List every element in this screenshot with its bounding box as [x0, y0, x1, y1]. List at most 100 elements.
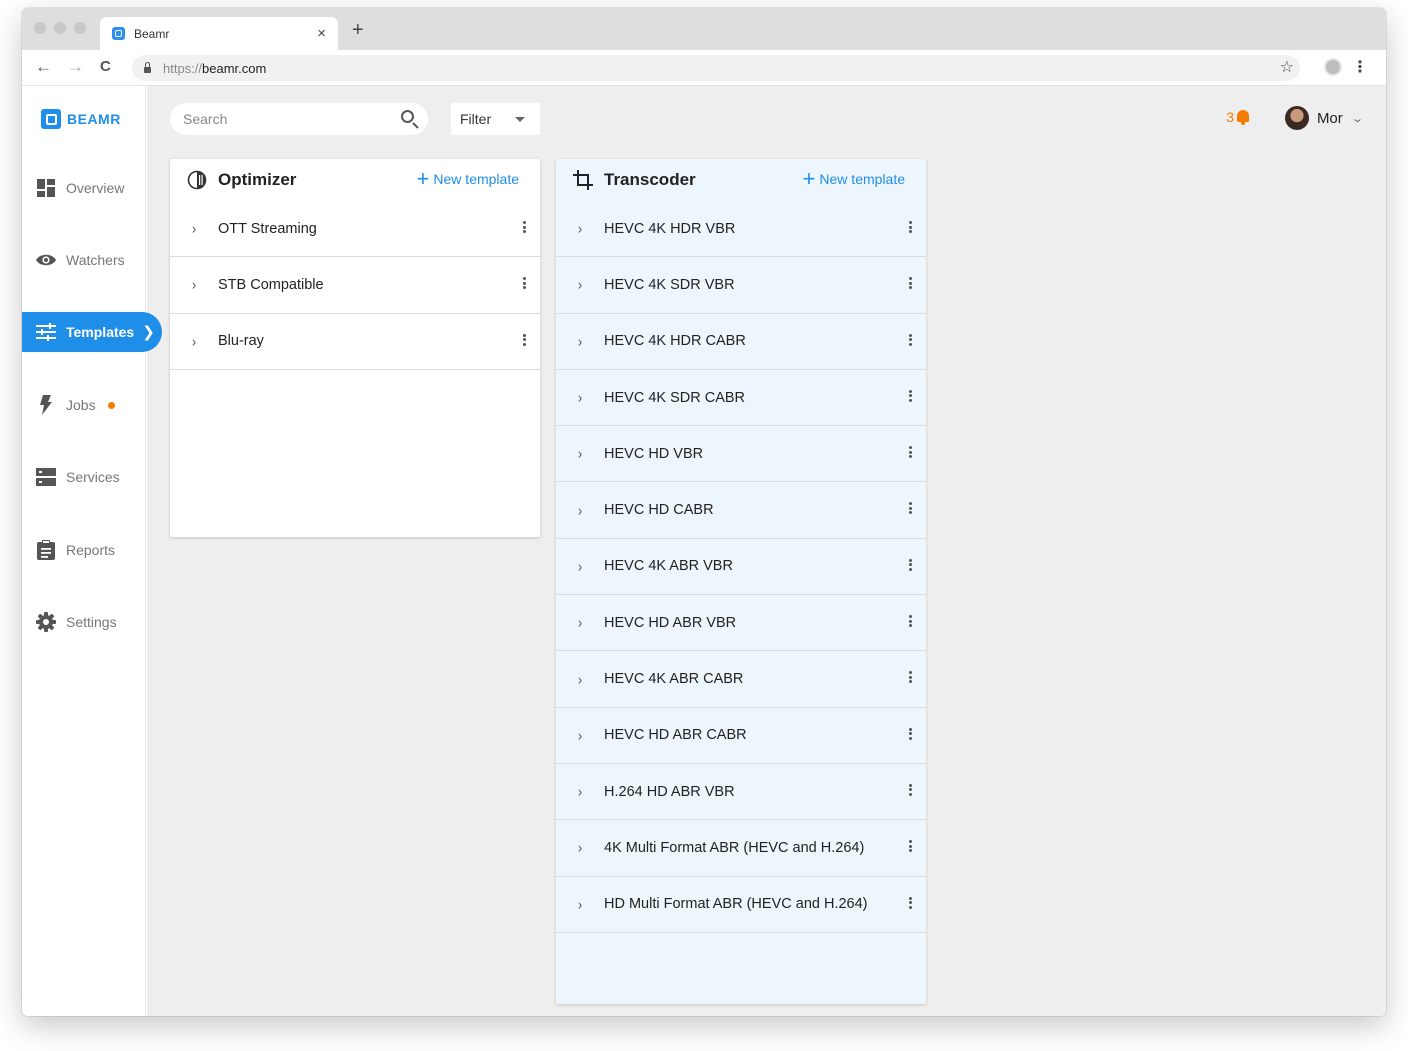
chevron-right-icon[interactable]: ›	[556, 614, 604, 631]
gear-icon	[35, 612, 57, 632]
chevron-right-icon[interactable]: ›	[556, 671, 604, 688]
template-row[interactable]: › HEVC HD ABR CABR	[556, 708, 926, 764]
chevron-right-icon[interactable]: ›	[556, 277, 604, 294]
template-row[interactable]: › HEVC 4K ABR CABR	[556, 651, 926, 708]
filter-label: Filter	[460, 111, 492, 127]
new-template-button[interactable]: + New template	[417, 168, 519, 190]
filter-dropdown[interactable]: Filter	[451, 103, 540, 135]
beamr-logo[interactable]: BEAMR	[41, 109, 121, 129]
template-row[interactable]: › HEVC HD VBR	[556, 426, 926, 483]
chevron-right-icon[interactable]: ›	[556, 896, 604, 913]
template-row[interactable]: › HEVC 4K HDR CABR	[556, 314, 926, 370]
new-template-button[interactable]: + New template	[803, 168, 905, 190]
more-options-icon[interactable]	[909, 840, 912, 853]
half-circle-icon	[187, 170, 207, 190]
template-row[interactable]: › STB Compatible	[170, 257, 540, 314]
lightning-icon	[35, 395, 57, 415]
template-name: HD Multi Format ABR (HEVC and H.264)	[604, 896, 868, 913]
chevron-right-icon[interactable]: ›	[556, 727, 604, 744]
more-options-icon[interactable]	[909, 615, 912, 628]
template-row[interactable]: › HEVC 4K SDR VBR	[556, 257, 926, 314]
chevron-right-icon[interactable]: ›	[556, 558, 604, 575]
new-tab-button[interactable]: +	[352, 20, 364, 40]
sidebar-item-jobs[interactable]: Jobs	[22, 385, 146, 425]
browser-menu-icon[interactable]: ⋮	[1352, 57, 1368, 77]
more-options-icon[interactable]	[909, 389, 912, 402]
template-row[interactable]: › HEVC HD CABR	[556, 482, 926, 539]
tab-title: Beamr	[134, 26, 170, 41]
tab-close-icon[interactable]: ×	[317, 25, 326, 42]
template-row[interactable]: › HEVC 4K HDR VBR	[556, 201, 926, 258]
template-row[interactable]: › H.264 HD ABR VBR	[556, 764, 926, 821]
profile-avatar[interactable]	[1324, 58, 1342, 76]
chevron-right-icon[interactable]: ›	[556, 783, 604, 800]
minimize-window-button[interactable]	[54, 22, 66, 34]
sidebar-item-templates[interactable]: Templates ❯	[22, 312, 162, 352]
more-options-icon[interactable]	[909, 333, 912, 346]
template-name: HEVC HD ABR VBR	[604, 614, 737, 631]
user-menu[interactable]: Mor ⌄	[1284, 106, 1364, 130]
chevron-right-icon[interactable]: ›	[556, 502, 604, 519]
chevron-right-icon[interactable]: ›	[556, 333, 604, 350]
more-options-icon[interactable]	[909, 221, 912, 233]
template-name: HEVC 4K HDR CABR	[604, 333, 746, 350]
crop-icon	[573, 170, 593, 190]
sidebar-item-reports[interactable]: Reports	[22, 530, 146, 570]
template-row[interactable]: › HEVC HD ABR VBR	[556, 595, 926, 652]
more-options-icon[interactable]	[909, 671, 912, 684]
template-row[interactable]: › Blu-ray	[170, 314, 540, 370]
chevron-right-icon[interactable]: ›	[556, 389, 604, 406]
more-options-icon[interactable]	[523, 277, 526, 290]
search-input[interactable]	[183, 111, 383, 127]
sidebar-item-overview[interactable]: Overview	[22, 168, 146, 208]
forward-button[interactable]: →	[67, 58, 84, 76]
sidebar-item-label: Reports	[66, 542, 116, 558]
chevron-right-icon[interactable]: ›	[556, 840, 604, 857]
template-row[interactable]: › HEVC 4K ABR VBR	[556, 539, 926, 596]
template-name: HEVC 4K SDR CABR	[604, 389, 746, 406]
caret-down-icon	[515, 117, 525, 122]
new-template-label: New template	[433, 171, 519, 187]
template-name: 4K Multi Format ABR (HEVC and H.264)	[604, 839, 865, 856]
logo-text: BEAMR	[67, 111, 121, 127]
sidebar-item-watchers[interactable]: Watchers	[22, 240, 146, 280]
template-row[interactable]: › HEVC 4K SDR CABR	[556, 370, 926, 427]
more-options-icon[interactable]	[909, 502, 912, 515]
chevron-right-icon[interactable]: ›	[556, 220, 604, 237]
chevron-right-icon[interactable]: ›	[170, 220, 218, 237]
template-row[interactable]: › HD Multi Format ABR (HEVC and H.264)	[556, 877, 926, 933]
more-options-icon[interactable]	[523, 221, 526, 233]
more-options-icon[interactable]	[909, 783, 912, 796]
more-options-icon[interactable]	[523, 333, 526, 346]
bookmark-star-icon[interactable]: ☆	[1280, 57, 1294, 77]
chevron-right-icon[interactable]: ›	[556, 446, 604, 463]
chevron-right-icon[interactable]: ›	[170, 277, 218, 294]
reload-button[interactable]: C	[100, 58, 111, 76]
sidebar-item-settings[interactable]: Settings	[22, 602, 146, 642]
transcoder-panel: Transcoder + New template › HEVC 4K HDR V…	[556, 159, 926, 1004]
back-button[interactable]: ←	[35, 58, 52, 76]
search-icon[interactable]	[401, 110, 414, 123]
more-options-icon[interactable]	[909, 446, 912, 459]
search-box[interactable]	[170, 103, 428, 135]
template-name: HEVC HD VBR	[604, 445, 704, 462]
template-row[interactable]: › OTT Streaming	[170, 201, 540, 258]
clipboard-icon	[35, 540, 57, 560]
more-options-icon[interactable]	[909, 727, 912, 740]
sidebar-item-services[interactable]: Services	[22, 457, 146, 497]
browser-tab[interactable]: Beamr ×	[100, 17, 338, 50]
more-options-icon[interactable]	[909, 277, 912, 290]
template-name: HEVC 4K HDR VBR	[604, 220, 736, 237]
url-field[interactable]: https://beamr.com	[132, 55, 1300, 81]
template-row[interactable]: › 4K Multi Format ABR (HEVC and H.264)	[556, 820, 926, 877]
panel-title: Transcoder	[604, 170, 696, 189]
template-name: HEVC 4K ABR CABR	[604, 671, 744, 688]
sidebar-item-label: Jobs	[66, 397, 96, 413]
notifications-button[interactable]: 3	[1226, 109, 1250, 125]
chevron-right-icon[interactable]: ›	[170, 333, 218, 350]
sidebar-item-label: Services	[66, 469, 120, 485]
more-options-icon[interactable]	[909, 896, 912, 909]
maximize-window-button[interactable]	[74, 22, 86, 34]
close-window-button[interactable]	[34, 22, 46, 34]
more-options-icon[interactable]	[909, 558, 912, 571]
